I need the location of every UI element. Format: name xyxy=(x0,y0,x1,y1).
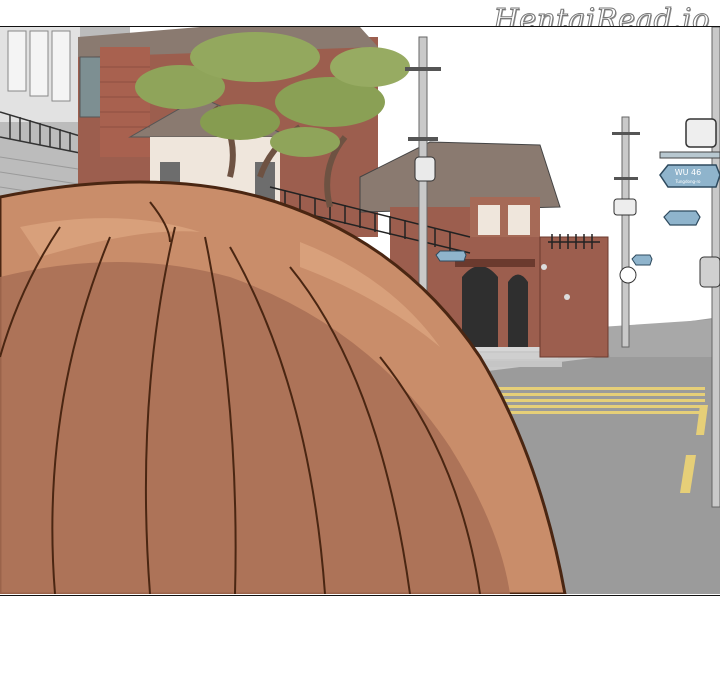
gate-door xyxy=(462,266,498,347)
street-sign xyxy=(435,250,467,262)
comic-page: HentaiRead.io WU 46 Tungdong-ro xyxy=(0,0,720,700)
street-sign-sublabel: Tungdong-ro xyxy=(675,179,702,184)
comic-panel: WU 46 Tungdong-ro xyxy=(0,26,720,596)
gate-door xyxy=(508,274,528,347)
street-sign-label: WU 46 xyxy=(675,168,702,177)
street-sign: WU 46 Tungdong-ro xyxy=(659,164,720,188)
street-sign xyxy=(631,254,653,266)
panel-illustration: WU 46 Tungdong-ro xyxy=(0,27,720,594)
street-sign xyxy=(663,210,701,226)
